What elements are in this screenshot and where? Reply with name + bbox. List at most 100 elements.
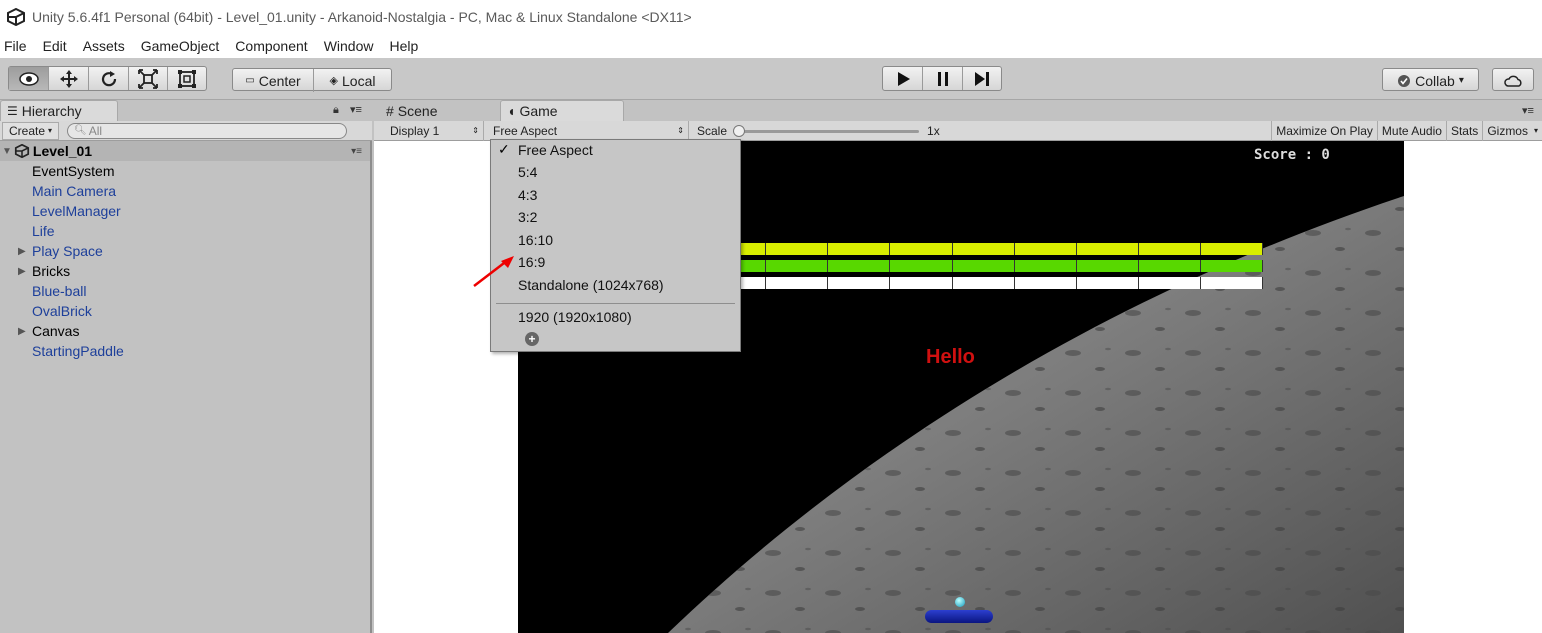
hierarchy-item[interactable]: ▶ Play Space [0, 241, 370, 261]
gizmos-label: Gizmos [1487, 123, 1528, 138]
hierarchy-item[interactable]: OvalBrick [0, 301, 370, 321]
hierarchy-toolbar: Create ▾ 🔍︎ All [0, 121, 372, 141]
hierarchy-item[interactable]: ▶ Canvas [0, 321, 370, 341]
window-title: Unity 5.6.4f1 Personal (64bit) - Level_0… [32, 8, 692, 25]
menu-edit[interactable]: Edit [43, 38, 75, 54]
move-tool-button[interactable] [49, 67, 89, 90]
hierarchy-item[interactable]: ▶ Bricks [0, 261, 370, 281]
scale-icon [138, 68, 158, 89]
menu-help[interactable]: Help [389, 38, 426, 54]
collab-dropdown[interactable]: Collab ▾ [1382, 68, 1479, 91]
expand-arrow-icon[interactable]: ▼ [2, 146, 12, 157]
aspect-option-4-3[interactable]: 4:3 [518, 185, 537, 205]
view-eye-icon [18, 71, 39, 86]
hierarchy-item[interactable]: LevelManager [0, 201, 370, 221]
updown-icon: ⇕ [677, 126, 684, 135]
play-icon [897, 71, 910, 86]
tab-game[interactable]: ◖ Game [500, 100, 624, 121]
scene-tab-label: Scene [397, 102, 438, 119]
expand-arrow-icon[interactable]: ▶ [18, 266, 32, 277]
hierarchy-item[interactable]: Blue-ball [0, 281, 370, 301]
game-toolbar: Display 1 ⇕ Free Aspect ⇕ Scale 1x Maxim… [374, 120, 1542, 141]
collab-check-icon [1398, 74, 1411, 87]
brick [1200, 277, 1263, 289]
score-label: Score : 0 [1254, 147, 1330, 163]
maximize-on-play-toggle[interactable]: Maximize On Play [1271, 120, 1377, 141]
maximize-label: Maximize On Play [1276, 123, 1373, 138]
pivot-toggles: ▭ Center ◈ Local [232, 68, 392, 92]
brick [1076, 243, 1139, 255]
aspect-option-5-4[interactable]: 5:4 [518, 162, 537, 182]
rotate-tool-button[interactable] [89, 67, 129, 90]
menu-gameobject[interactable]: GameObject [141, 38, 228, 54]
hierarchy-item[interactable]: Main Camera [0, 181, 370, 201]
tab-hierarchy[interactable]: ☰ Hierarchy [0, 100, 118, 121]
pause-button[interactable] [923, 67, 963, 90]
aspect-option-16-9[interactable]: 16:9 [518, 252, 545, 272]
aspect-select[interactable]: Free Aspect ⇕ [484, 120, 689, 141]
step-button[interactable] [963, 67, 1001, 90]
aspect-option-3-2[interactable]: 3:2 [518, 207, 537, 227]
pivot-local-button[interactable]: ◈ Local [314, 69, 391, 92]
hierarchy-item[interactable]: Life [0, 221, 370, 241]
pivot-center-label: Center [258, 72, 301, 89]
rect-tool-button[interactable] [168, 67, 206, 90]
hierarchy-item[interactable]: EventSystem [0, 161, 370, 181]
menu-component[interactable]: Component [235, 38, 315, 54]
view-tool-button[interactable] [9, 67, 49, 90]
hierarchy-item-label: Canvas [32, 323, 80, 339]
slider-thumb[interactable] [733, 124, 746, 137]
display-select[interactable]: Display 1 ⇕ [374, 120, 484, 141]
create-dropdown[interactable]: Create ▾ [2, 121, 60, 140]
aspect-option-1920[interactable]: 1920 (1920x1080) [518, 307, 632, 327]
search-field[interactable]: 🔍︎ All [67, 122, 348, 139]
hierarchy-tab-label: Hierarchy [21, 103, 82, 119]
brick [952, 277, 1015, 289]
hierarchy-item-label: StartingPaddle [32, 343, 124, 359]
aspect-option-free[interactable]: Free Aspect [518, 140, 593, 160]
aspect-option-16-10[interactable]: 16:10 [518, 230, 553, 250]
pacman-icon: ◖ [507, 103, 516, 119]
rotate-icon [101, 70, 116, 86]
brick [766, 277, 829, 289]
brick [890, 260, 953, 272]
hierarchy-item[interactable]: StartingPaddle [0, 341, 370, 361]
chevron-down-icon: ▾ [48, 126, 53, 135]
expand-arrow-icon[interactable]: ▶ [18, 246, 32, 257]
collab-label: Collab [1415, 72, 1455, 89]
stats-toggle[interactable]: Stats [1445, 120, 1482, 141]
cloud-inner [1493, 69, 1533, 92]
unity-logo-icon [7, 7, 25, 26]
panel-menu-icon[interactable]: ▾≡ [350, 103, 362, 116]
aspect-option-standalone[interactable]: Standalone (1024x768) [518, 275, 664, 295]
brick [766, 243, 829, 255]
scene-name: Level_01 [32, 143, 93, 159]
search-icon: 🔍︎ [74, 125, 87, 136]
brick [1014, 243, 1077, 255]
hierarchy-panel: ▼ Level_01 ▾≡ EventSystem Main Camera Leve… [0, 141, 372, 633]
expand-arrow-icon[interactable]: ▶ [18, 326, 32, 337]
menu-assets[interactable]: Assets [83, 38, 133, 54]
brick [1014, 277, 1077, 289]
plus-circle-icon[interactable]: + [525, 332, 539, 346]
lock-icon[interactable]: 🔒︎ [333, 104, 339, 117]
aspect-label: Free Aspect [493, 123, 558, 138]
main-toolbar: ▭ Center ◈ Local Collab ▾ [0, 58, 1542, 100]
scale-tool-button[interactable] [129, 67, 168, 90]
play-button[interactable] [883, 67, 923, 90]
chevron-down-icon: ▾ [1533, 126, 1538, 135]
scene-row[interactable]: ▼ Level_01 ▾≡ [0, 141, 370, 161]
menu-window[interactable]: Window [324, 38, 382, 54]
mute-audio-toggle[interactable]: Mute Audio [1376, 120, 1446, 141]
menu-file[interactable]: File [4, 38, 35, 54]
pivot-center-button[interactable]: ▭ Center [233, 69, 314, 92]
tab-scene[interactable]: # Scene [380, 100, 490, 121]
scene-menu-icon[interactable]: ▾≡ [351, 146, 362, 157]
scale-slider[interactable] [733, 124, 920, 137]
hierarchy-item-label: Main Camera [32, 183, 117, 199]
gizmos-dropdown[interactable]: Gizmos ▾ [1482, 120, 1542, 141]
checkmark-icon: ✓ [498, 141, 510, 157]
game-panel-menu-icon[interactable]: ▾≡ [1522, 104, 1534, 117]
brick [828, 260, 891, 272]
cloud-button[interactable] [1492, 68, 1534, 91]
